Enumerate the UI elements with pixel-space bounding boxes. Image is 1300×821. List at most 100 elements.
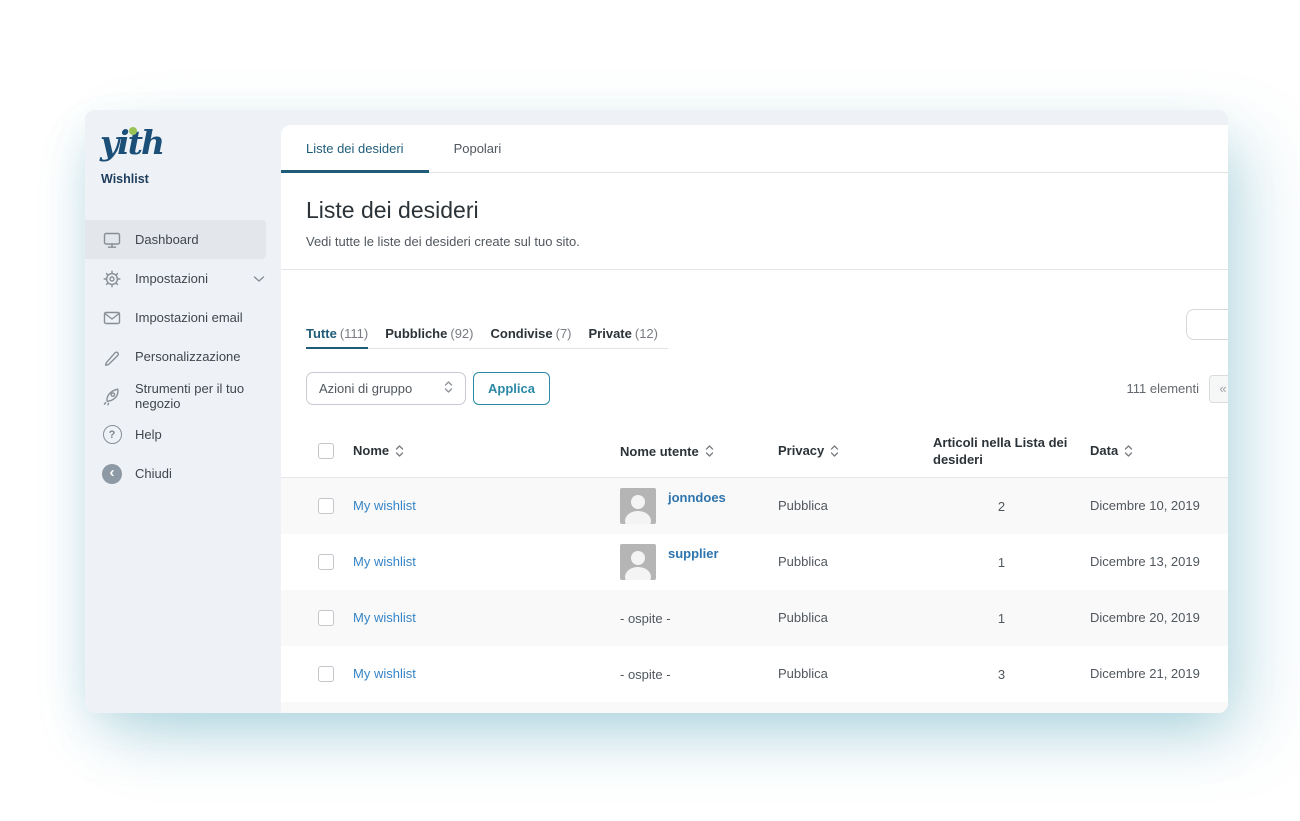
filter-condivise[interactable]: Condivise (7) bbox=[490, 326, 571, 341]
header-label: Data bbox=[1090, 443, 1118, 458]
title-block: Liste dei desideri Vedi tutte le liste d… bbox=[281, 173, 1228, 270]
header-privacy[interactable]: Privacy bbox=[778, 443, 839, 458]
row-checkbox[interactable] bbox=[318, 610, 334, 626]
sidebar-item-strumenti[interactable]: Strumenti per il tuo negozio bbox=[85, 376, 281, 415]
select-all-checkbox[interactable] bbox=[318, 443, 334, 459]
wishlist-table: Nome Nome utente Privacy bbox=[281, 425, 1228, 702]
filter-count: (12) bbox=[635, 326, 658, 341]
rocket-icon bbox=[102, 386, 122, 406]
table-row: My wishlist jonndoes Pubblica 2 Dicembre… bbox=[281, 478, 1228, 534]
header-label: Nome utente bbox=[620, 444, 699, 459]
sidebar-item-chiudi[interactable]: ‹ Chiudi bbox=[85, 454, 281, 493]
privacy-value: Pubblica bbox=[778, 498, 828, 513]
header-nome[interactable]: Nome bbox=[353, 443, 404, 458]
wishlist-name-link[interactable]: My wishlist bbox=[353, 554, 416, 569]
yith-logo: yith bbox=[100, 126, 163, 159]
page-subtitle: Vedi tutte le liste dei desideri create … bbox=[306, 234, 1203, 249]
guest-user-value: - ospite - bbox=[620, 611, 671, 626]
envelope-icon bbox=[102, 308, 122, 328]
sidebar-item-label: Personalizzazione bbox=[135, 349, 281, 364]
username-link[interactable]: supplier bbox=[668, 546, 719, 561]
filter-label: Pubbliche bbox=[385, 326, 447, 341]
content-area: Tutte(111) Pubbliche(92) Condivise (7) Pr… bbox=[281, 270, 1228, 713]
bulk-actions-value: Azioni di gruppo bbox=[319, 381, 444, 396]
back-arrow-icon: ‹ bbox=[102, 464, 122, 484]
header-articoli: Articoli nella Lista dei desideri bbox=[933, 435, 1083, 468]
sidebar-nav: Dashboard Impostazioni Impostazioni emai… bbox=[85, 220, 281, 493]
privacy-value: Pubblica bbox=[778, 610, 828, 625]
table-row: My wishlist - ospite - Pubblica 3 Dicemb… bbox=[281, 646, 1228, 702]
filter-count: (7) bbox=[556, 326, 572, 341]
avatar bbox=[620, 488, 656, 524]
sidebar-item-label: Strumenti per il tuo negozio bbox=[135, 381, 281, 411]
privacy-value: Pubblica bbox=[778, 666, 828, 681]
sidebar-item-label: Dashboard bbox=[135, 232, 266, 247]
filter-label: Tutte bbox=[306, 326, 337, 341]
sidebar-item-label: Impostazioni bbox=[135, 271, 253, 286]
items-value: 2 bbox=[933, 499, 1070, 514]
plugin-name: Wishlist bbox=[101, 172, 281, 186]
header-label: Nome bbox=[353, 443, 389, 458]
tab-popolari[interactable]: Popolari bbox=[429, 125, 527, 172]
filter-private[interactable]: Private(12) bbox=[589, 326, 659, 341]
sort-icon bbox=[1124, 444, 1133, 458]
sidebar-item-impostazioni-email[interactable]: Impostazioni email bbox=[85, 298, 281, 337]
bulk-actions-select[interactable]: Azioni di gruppo bbox=[306, 372, 466, 405]
bulk-actions-row: Azioni di gruppo Applica 111 elementi « bbox=[281, 372, 1228, 405]
wishlist-name-link[interactable]: My wishlist bbox=[353, 666, 416, 681]
sidebar-item-label: Chiudi bbox=[135, 466, 281, 481]
sidebar-item-help[interactable]: ? Help bbox=[85, 415, 281, 454]
apply-button[interactable]: Applica bbox=[473, 372, 550, 405]
header-nome-utente[interactable]: Nome utente bbox=[620, 444, 714, 459]
search-input[interactable] bbox=[1186, 309, 1228, 340]
question-icon: ? bbox=[102, 425, 122, 445]
wishlist-name-link[interactable]: My wishlist bbox=[353, 498, 416, 513]
table-row: My wishlist - ospite - Pubblica 1 Dicemb… bbox=[281, 590, 1228, 646]
wishlist-name-link[interactable]: My wishlist bbox=[353, 610, 416, 625]
pagination-first-button[interactable]: « bbox=[1209, 375, 1228, 403]
tab-liste-dei-desideri[interactable]: Liste dei desideri bbox=[281, 125, 429, 172]
logo-green-dot-icon bbox=[129, 127, 137, 135]
avatar bbox=[620, 544, 656, 580]
filter-pubbliche[interactable]: Pubbliche(92) bbox=[385, 326, 473, 341]
date-value: Dicembre 10, 2019 bbox=[1090, 498, 1200, 513]
filter-tutte[interactable]: Tutte(111) bbox=[306, 326, 368, 341]
monitor-icon bbox=[102, 230, 122, 250]
guest-user-value: - ospite - bbox=[620, 667, 671, 682]
page-title: Liste dei desideri bbox=[306, 197, 1203, 224]
filter-count: (111) bbox=[340, 326, 368, 341]
tab-label: Liste dei desideri bbox=[306, 141, 404, 156]
row-checkbox[interactable] bbox=[318, 666, 334, 682]
partial-row bbox=[281, 702, 1228, 713]
row-checkbox[interactable] bbox=[318, 498, 334, 514]
filter-label: Condivise bbox=[490, 326, 552, 341]
items-count: 111 elementi bbox=[1126, 381, 1199, 396]
sidebar-item-dashboard[interactable]: Dashboard bbox=[85, 220, 266, 259]
date-value: Dicembre 13, 2019 bbox=[1090, 554, 1200, 569]
filter-label: Private bbox=[589, 326, 632, 341]
header-label: Privacy bbox=[778, 443, 824, 458]
chevron-down-icon bbox=[253, 275, 265, 283]
sidebar: yith Wishlist Dashboard Impostazioni bbox=[85, 110, 281, 713]
sidebar-item-impostazioni[interactable]: Impostazioni bbox=[85, 259, 281, 298]
privacy-value: Pubblica bbox=[778, 554, 828, 569]
table-row: My wishlist supplier Pubblica 1 Dicembre… bbox=[281, 534, 1228, 590]
date-value: Dicembre 21, 2019 bbox=[1090, 666, 1200, 681]
app-window: yith Wishlist Dashboard Impostazioni bbox=[85, 110, 1228, 713]
select-chevrons-icon bbox=[444, 380, 453, 397]
row-checkbox[interactable] bbox=[318, 554, 334, 570]
pen-icon bbox=[102, 347, 122, 367]
gear-icon bbox=[102, 269, 122, 289]
sidebar-item-label: Help bbox=[135, 427, 281, 442]
sidebar-item-personalizzazione[interactable]: Personalizzazione bbox=[85, 337, 281, 376]
items-value: 1 bbox=[933, 611, 1070, 626]
filter-tabs: Tutte(111) Pubbliche(92) Condivise (7) Pr… bbox=[306, 326, 668, 349]
table-header-row: Nome Nome utente Privacy bbox=[281, 425, 1228, 478]
header-data[interactable]: Data bbox=[1090, 443, 1133, 458]
main-panel: Liste dei desideri Popolari Liste dei de… bbox=[281, 125, 1228, 713]
sort-icon bbox=[395, 444, 404, 458]
header-label: Articoli nella Lista dei desideri bbox=[933, 435, 1083, 468]
username-link[interactable]: jonndoes bbox=[668, 490, 726, 505]
top-tabbar: Liste dei desideri Popolari bbox=[281, 125, 1228, 173]
filter-count: (92) bbox=[450, 326, 473, 341]
